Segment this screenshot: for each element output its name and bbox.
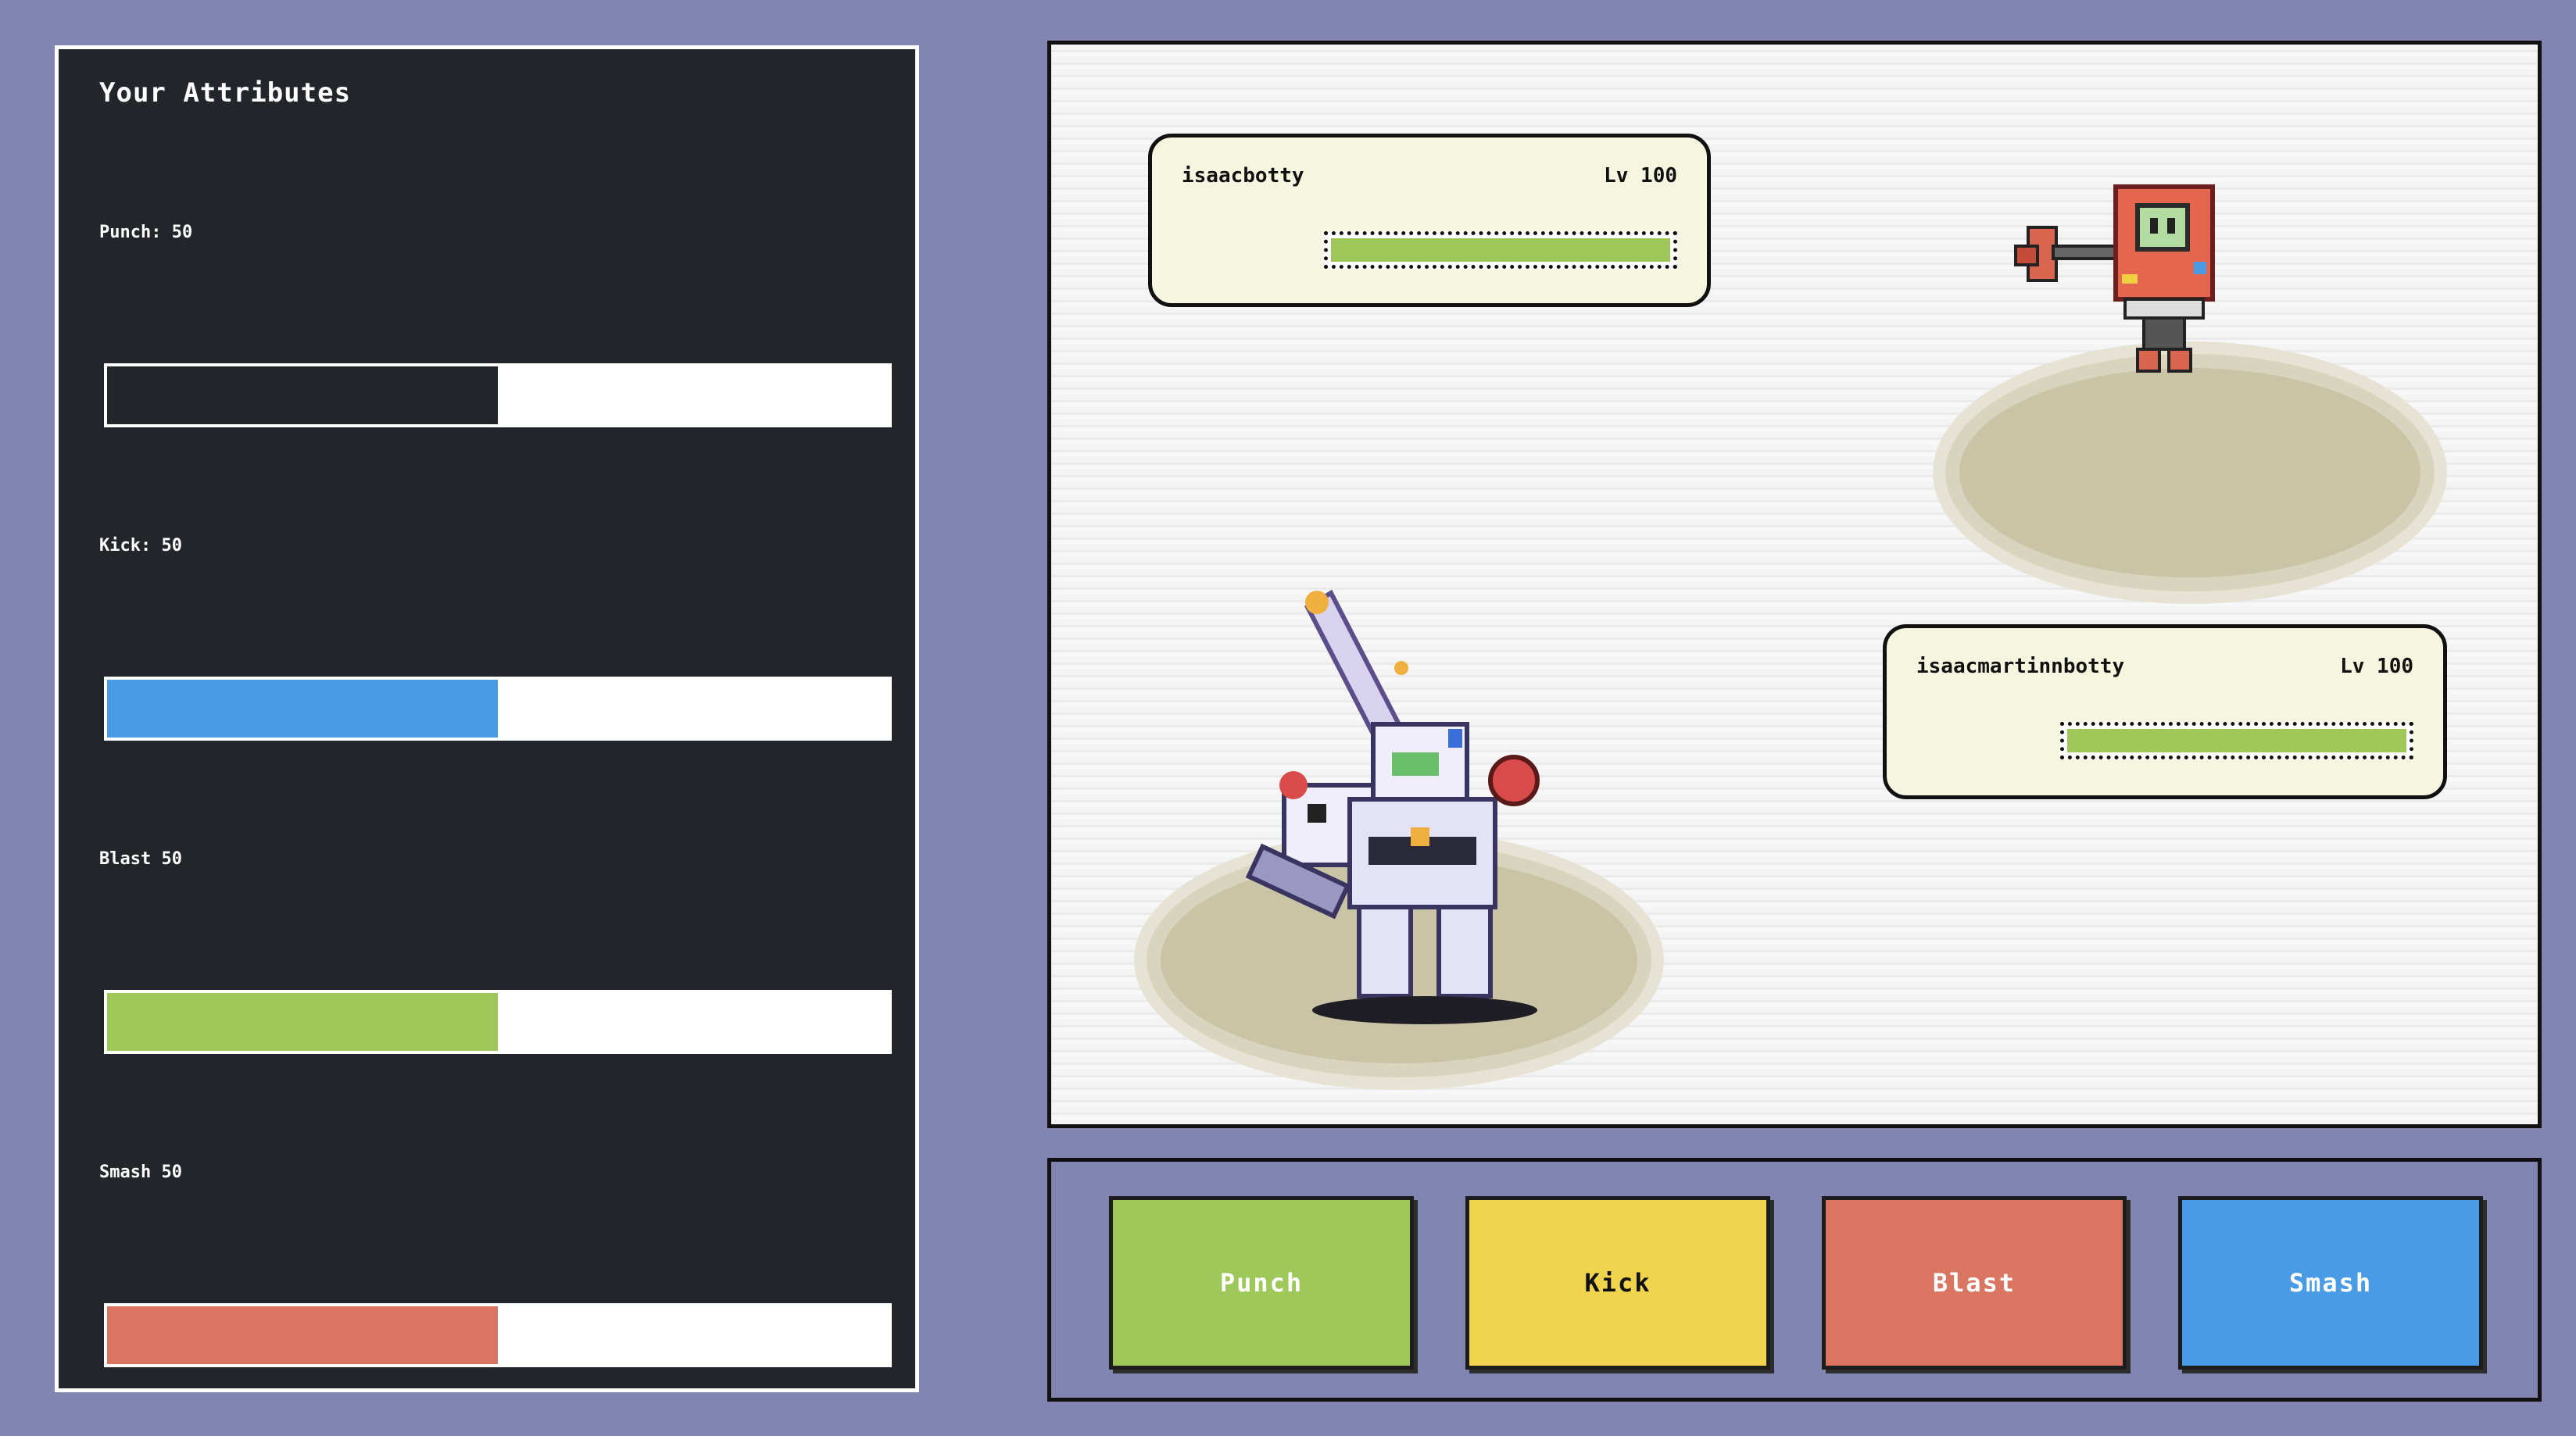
player-hp-bar [2060,722,2413,759]
player-mech-sprite [1245,589,1540,1024]
blast-attribute-fill [107,993,498,1051]
kick-attribute-bar [104,677,892,741]
smash-attribute-fill [107,1306,498,1364]
opponent-hp-fill [1331,238,1670,262]
opponent-level: Lv 100 [1604,164,1677,188]
blast-button[interactable]: Blast [1822,1196,2127,1370]
punch-attribute-fill [107,366,498,424]
player-status-box: isaacmartinnbotty Lv 100 [1883,624,2447,799]
punch-attribute-label: Punch: 50 [99,223,193,242]
blast-attribute-label: Blast 50 [99,849,182,869]
player-hp-fill [2067,729,2406,752]
opponent-hp-bar [1324,231,1677,269]
smash-attribute-bar [104,1303,892,1367]
opponent-status-box: isaacbotty Lv 100 [1148,134,1711,307]
smash-button[interactable]: Smash [2178,1196,2483,1370]
punch-attribute-bar [104,363,892,427]
battle-scene: isaacbotty Lv 100 isaacmartinnbotty Lv 1… [1047,41,2542,1128]
kick-attribute-label: Kick: 50 [99,536,182,555]
attributes-title: Your Attributes [99,77,352,109]
smash-attribute-label: Smash 50 [99,1163,182,1182]
blast-attribute-bar [104,990,892,1054]
punch-button[interactable]: Punch [1109,1196,1414,1370]
player-level: Lv 100 [2340,655,2413,678]
kick-button[interactable]: Kick [1465,1196,1770,1370]
action-panel: Punch Kick Blast Smash [1047,1158,2542,1402]
opponent-robot-sprite [2014,184,2215,373]
attributes-panel: Your Attributes Punch: 50 Kick: 50 Blast… [55,45,919,1392]
kick-attribute-fill [107,680,498,738]
player-name: isaacmartinnbotty [1916,655,2125,678]
opponent-name: isaacbotty [1182,164,1304,188]
